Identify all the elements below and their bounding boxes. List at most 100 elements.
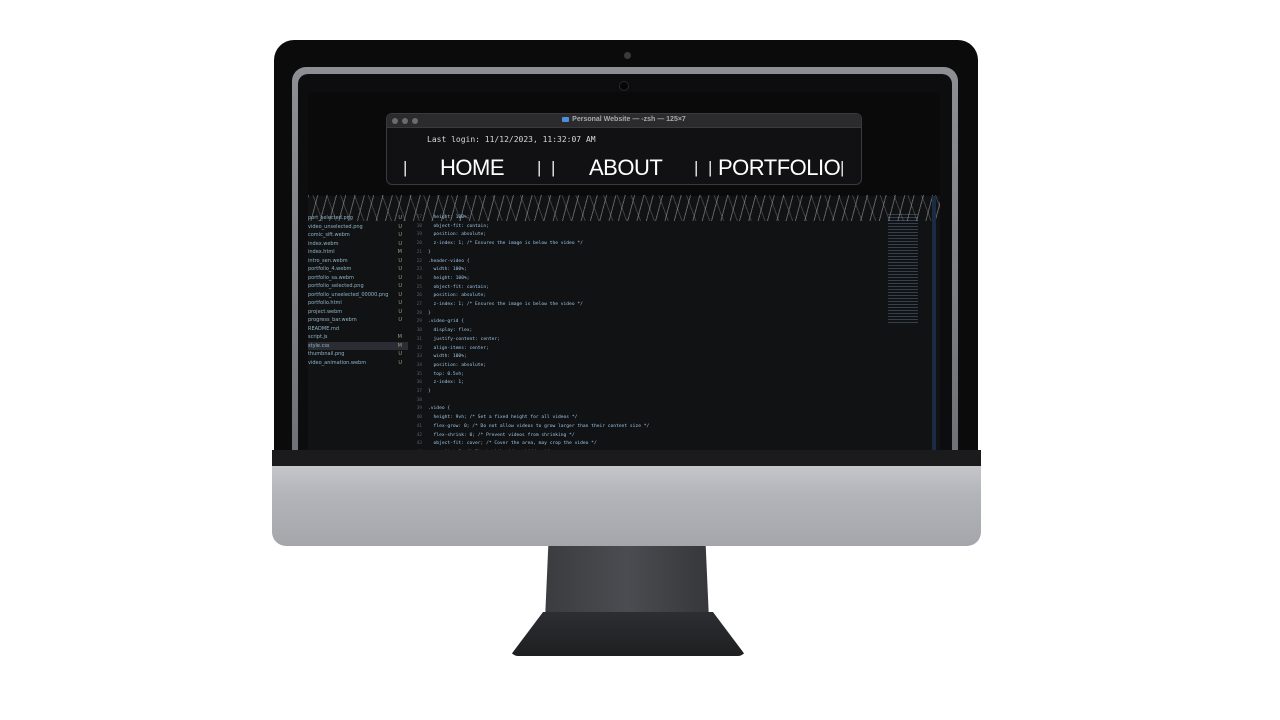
monitor-stand-foot: [510, 612, 746, 656]
code-line: display: flex;: [428, 328, 473, 334]
line-number: 25: [416, 284, 422, 290]
file-list-item[interactable]: portfolio_selected.png U: [308, 282, 408, 291]
nav-about-link[interactable]: ABOUT: [589, 155, 663, 181]
code-line: z-index: 1; /* Ensures the image is belo…: [428, 302, 583, 308]
line-number: 36: [416, 380, 422, 386]
line-number: 18: [416, 223, 422, 229]
terminal-window: Personal Website — -zsh — 125×7 Last log…: [386, 113, 862, 185]
monitor-bottom-bezel: [272, 450, 981, 466]
line-number: 41: [416, 423, 422, 429]
file-name: portfolio_4.webm: [308, 266, 352, 272]
code-line: position: absolute;: [428, 362, 487, 368]
nav-separator: |: [708, 158, 713, 177]
line-number: 39: [416, 406, 422, 412]
file-status: U: [398, 274, 402, 281]
file-list-item[interactable]: index.html M: [308, 248, 408, 257]
file-list-item[interactable]: video_unselected.png U: [308, 223, 408, 232]
site-nav: | HOME | | ABOUT | | PORTFOLIO |: [387, 154, 861, 182]
code-line: position: absolute;: [428, 293, 487, 299]
code-line: width: 100%;: [428, 354, 467, 360]
file-list-item[interactable]: port_selected.png U: [308, 214, 408, 223]
file-status: U: [398, 232, 402, 238]
file-list-item[interactable]: portfolio.html U: [308, 299, 408, 308]
file-status: M: [397, 249, 402, 255]
file-status: M: [397, 342, 402, 349]
code-line: }: [428, 310, 431, 316]
code-line: flex-grow: 0; /* Do not allow videos to …: [428, 423, 650, 429]
file-status: U: [398, 240, 402, 247]
nav-home-link[interactable]: HOME: [440, 155, 505, 181]
file-list-item[interactable]: portfolio_sa.webm U: [308, 274, 408, 283]
file-name: README.md: [308, 325, 340, 332]
file-name: portfolio.html: [308, 300, 342, 306]
file-name: portfolio_unselected_00000.png: [308, 291, 389, 298]
file-name: progress_bar.webm: [308, 317, 357, 323]
code-line: height: 9vh; /* Set a fixed height for a…: [428, 415, 578, 421]
file-status: U: [398, 300, 402, 306]
line-number: 33: [416, 354, 422, 360]
line-number: 19: [416, 232, 422, 238]
line-number: 40: [416, 415, 422, 421]
file-list-item[interactable]: portfolio_unselected_00000.png U: [308, 291, 408, 300]
minimap: [888, 214, 918, 324]
line-number-gutter: 17 18 19 20 21 22 23 24 25 26 27 28 29 30 31 32 33 34 35 36…: [410, 214, 422, 450]
file-name: script.js: [308, 334, 328, 340]
code-line: .video-grid {: [428, 319, 464, 325]
file-name: comic_sift.webm: [308, 232, 350, 238]
nav-separator: |: [403, 158, 408, 177]
file-explorer: port_selected.png Uvideo_unselected.png Uc…: [308, 214, 408, 374]
code-line: justify-content: center;: [428, 336, 500, 342]
terminal-title-text: Personal Website — -zsh — 125×7: [572, 116, 686, 123]
terminal-titlebar[interactable]: Personal Website — -zsh — 125×7: [387, 114, 861, 128]
file-name: portfolio_selected.png: [308, 283, 364, 289]
code-line: object-fit: contain;: [428, 223, 489, 229]
file-name: port_selected.png: [308, 215, 353, 221]
nav-separator: |: [537, 158, 542, 177]
file-list-item[interactable]: thumbnail.png U: [308, 350, 408, 359]
file-name: index.html: [308, 249, 335, 255]
line-number: 37: [416, 389, 422, 395]
file-status: U: [398, 291, 402, 298]
file-list-item[interactable]: script.js M: [308, 333, 408, 342]
file-list-item[interactable]: portfolio_4.webm U: [308, 265, 408, 274]
code-line: }: [428, 389, 431, 395]
file-name: index.webm: [308, 240, 339, 247]
file-status: M: [397, 334, 402, 340]
file-name: style.css: [308, 342, 330, 349]
camera-icon: [624, 52, 631, 59]
file-status: U: [398, 215, 402, 221]
file-list-item[interactable]: intro_sen.webm U: [308, 257, 408, 266]
line-number: 17: [416, 215, 422, 220]
folder-icon: [562, 116, 570, 122]
nav-portfolio-link[interactable]: PORTFOLIO: [718, 155, 841, 181]
file-list-item[interactable]: README.md: [308, 325, 408, 334]
file-list-item[interactable]: progress_bar.webm U: [308, 316, 408, 325]
line-number: 28: [416, 310, 422, 316]
file-list-item[interactable]: project.webm U: [308, 308, 408, 317]
code-line: .video {: [428, 406, 451, 412]
code-line: z-index: 1; /* Ensures the image is belo…: [428, 241, 583, 247]
file-list-item[interactable]: comic_sift.webm U: [308, 231, 408, 240]
code-view: height: 100%; object-fit: contain; posit…: [428, 214, 758, 450]
line-number: 26: [416, 293, 422, 299]
file-name: thumbnail.png: [308, 351, 345, 357]
line-number: 43: [416, 441, 422, 447]
monitor-stand-neck: [545, 546, 709, 620]
line-number: 27: [416, 302, 422, 308]
line-number: 35: [416, 371, 422, 377]
file-status: U: [398, 257, 402, 264]
editor-scrollbar[interactable]: [932, 196, 936, 450]
file-status: U: [398, 308, 402, 315]
nav-separator: |: [840, 158, 845, 177]
file-list-item[interactable]: video_animation.webm U: [308, 359, 408, 368]
file-list-item[interactable]: index.webm U: [308, 240, 408, 249]
file-list-item[interactable]: style.css M: [308, 341, 408, 350]
nav-separator: |: [694, 158, 699, 177]
nav-separator: |: [551, 158, 556, 177]
code-line: align-items: center;: [428, 345, 489, 351]
file-name: video_animation.webm: [308, 359, 367, 366]
line-number: 38: [416, 397, 422, 403]
code-line: flex-shrink: 0; /* Prevent videos from s…: [428, 432, 575, 438]
file-name: video_unselected.png: [308, 223, 363, 230]
code-line: .header-video {: [428, 258, 470, 264]
